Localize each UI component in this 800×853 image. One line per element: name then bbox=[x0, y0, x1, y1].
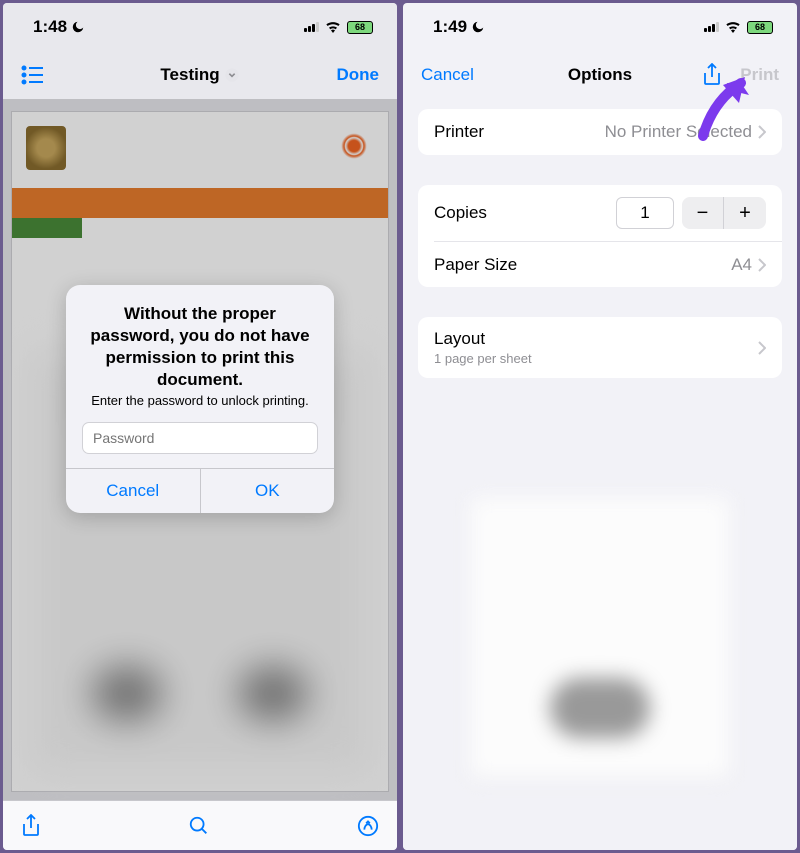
printer-row[interactable]: Printer No Printer Selected bbox=[418, 109, 782, 155]
alert-ok-button[interactable]: OK bbox=[201, 469, 335, 513]
markup-icon[interactable] bbox=[357, 815, 379, 837]
status-time: 1:49 bbox=[433, 17, 467, 37]
layout-label: Layout bbox=[434, 329, 532, 349]
alert-message: Enter the password to unlock printing. bbox=[82, 393, 318, 408]
done-button[interactable]: Done bbox=[337, 65, 380, 85]
page-title[interactable]: Testing bbox=[160, 65, 239, 85]
paper-size-label: Paper Size bbox=[434, 255, 517, 275]
paper-size-row[interactable]: Paper Size A4 bbox=[434, 241, 782, 287]
copies-row: Copies 1 − + bbox=[418, 185, 782, 241]
battery-icon: 68 bbox=[747, 21, 773, 34]
wifi-icon bbox=[325, 21, 341, 33]
wifi-icon bbox=[725, 21, 741, 33]
password-input[interactable] bbox=[82, 422, 318, 454]
copies-stepper: − + bbox=[682, 197, 766, 229]
layout-row[interactable]: Layout 1 page per sheet bbox=[418, 317, 782, 378]
battery-icon: 68 bbox=[347, 21, 373, 34]
copies-label: Copies bbox=[434, 203, 487, 223]
status-bar: 1:48 68 bbox=[3, 3, 397, 51]
print-preview[interactable] bbox=[470, 498, 730, 778]
share-icon[interactable] bbox=[702, 63, 722, 87]
signal-icon bbox=[304, 22, 319, 32]
copies-value[interactable]: 1 bbox=[616, 197, 674, 229]
print-button[interactable]: Print bbox=[740, 65, 779, 85]
moon-icon bbox=[71, 20, 85, 34]
page-title: Options bbox=[568, 65, 632, 85]
bottom-toolbar bbox=[3, 800, 397, 850]
alert-cancel-button[interactable]: Cancel bbox=[66, 469, 201, 513]
printer-label: Printer bbox=[434, 122, 484, 142]
password-alert: Without the proper password, you do not … bbox=[66, 285, 334, 513]
moon-icon bbox=[471, 20, 485, 34]
list-icon[interactable] bbox=[21, 65, 45, 85]
status-time: 1:48 bbox=[33, 17, 67, 37]
share-icon[interactable] bbox=[21, 814, 41, 838]
minus-button[interactable]: − bbox=[682, 197, 724, 229]
navigation-bar: Cancel Options Print bbox=[403, 51, 797, 99]
search-icon[interactable] bbox=[188, 815, 210, 837]
layout-sublabel: 1 page per sheet bbox=[434, 351, 532, 366]
cancel-button[interactable]: Cancel bbox=[421, 65, 474, 85]
phone-screen-right: 1:49 68 Cancel Options Print Printer bbox=[403, 3, 797, 850]
printer-value: No Printer Selected bbox=[605, 122, 752, 142]
status-bar: 1:49 68 bbox=[403, 3, 797, 51]
signal-icon bbox=[704, 22, 719, 32]
paper-size-value: A4 bbox=[731, 255, 752, 275]
alert-title: Without the proper password, you do not … bbox=[82, 303, 318, 391]
plus-button[interactable]: + bbox=[724, 197, 766, 229]
phone-screen-left: 1:48 68 Testing Done bbox=[3, 3, 397, 850]
navigation-bar: Testing Done bbox=[3, 51, 397, 99]
